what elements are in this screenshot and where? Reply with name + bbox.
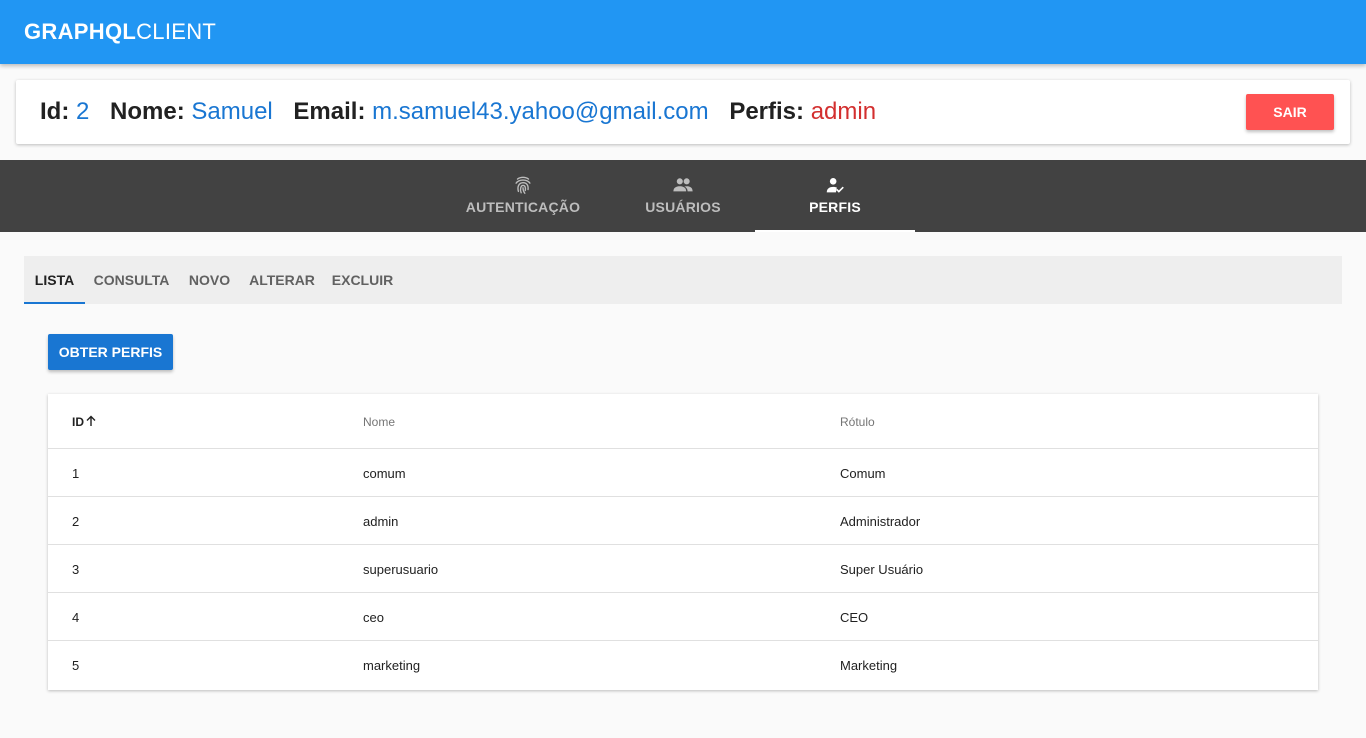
subtab-consulta[interactable]: CONSULTA [85,256,178,304]
nome-value: Samuel [191,98,273,125]
table-row[interactable]: 5 marketing Marketing [48,641,1318,689]
cell-rotulo: Administrador [840,514,921,529]
user-info-line: Id: 2 Nome: Samuel Email: m.samuel43.yah… [40,98,876,126]
sub-tabs: LISTA CONSULTA NOVO ALTERAR EXCLUIR [24,256,1342,304]
email-value: m.samuel43.yahoo@gmail.com [372,98,709,125]
user-check-icon [826,178,844,193]
cell-nome: superusuario [363,562,439,577]
subtab-lista-label: LISTA [34,272,75,288]
app-title-light: CLIENT [136,19,217,44]
cell-id: 4 [72,610,80,625]
cell-nome: marketing [363,658,421,673]
subtab-excluir[interactable]: EXCLUIR [323,256,402,304]
subtab-lista[interactable]: LISTA [24,256,85,304]
cell-rotulo: Marketing [840,658,898,673]
main-nav: AUTENTICAÇÃO USUÁRIOS PERFIS [0,160,1366,232]
subtab-excluir-label: EXCLUIR [331,272,394,288]
column-header-nome[interactable]: Nome [363,415,395,429]
cell-rotulo: Super Usuário [840,562,924,577]
perfis-value: admin [810,98,877,125]
id-value: 2 [76,98,90,125]
obter-perfis-button[interactable]: OBTER PERFIS [48,334,173,370]
fingerprint-icon [515,176,531,194]
tab-usuarios-label: USUÁRIOS [645,199,721,215]
user-info-card: Id: 2 Nome: Samuel Email: m.samuel43.yah… [16,80,1350,144]
active-subtab-indicator [24,302,85,304]
cell-rotulo: Comum [840,466,886,481]
cell-id: 5 [72,658,80,673]
column-header-id[interactable]: ID [72,415,97,429]
app-bar: GRAPHQLCLIENT [0,0,1366,64]
cell-rotulo: CEO [840,610,869,625]
table-row[interactable]: 4 ceo CEO [48,593,1318,641]
arrow-up-icon [86,415,96,426]
subtab-alterar[interactable]: ALTERAR [241,256,323,304]
logout-button[interactable]: SAIR [1246,94,1334,130]
tab-perfis-label: PERFIS [809,199,861,215]
subtab-novo-label: NOVO [188,272,231,288]
tab-autenticacao[interactable]: AUTENTICAÇÃO [443,160,603,232]
column-header-rotulo[interactable]: Rótulo [840,415,875,429]
cell-id: 1 [72,466,80,481]
cell-id: 3 [72,562,80,577]
active-tab-indicator [755,230,915,232]
table-row[interactable]: 2 admin Administrador [48,497,1318,545]
nome-label: Nome: [110,98,185,125]
table-row[interactable]: 1 comum Comum [48,449,1318,497]
app-title: GRAPHQLCLIENT [24,19,216,45]
id-label: Id: [40,98,70,125]
cell-nome: ceo [363,610,384,625]
tab-perfis[interactable]: PERFIS [755,160,915,232]
table-row[interactable]: 3 superusuario Super Usuário [48,545,1318,593]
subtab-novo[interactable]: NOVO [178,256,241,304]
cell-id: 2 [72,514,80,529]
subtab-alterar-label: ALTERAR [249,272,315,288]
tab-autenticacao-label: AUTENTICAÇÃO [465,199,581,215]
column-header-id-label: ID [72,415,84,429]
cell-nome: comum [363,466,406,481]
perfis-label: Perfis: [729,98,805,125]
table-header: ID Nome Rótulo [48,394,1318,449]
people-icon [673,178,693,192]
cell-nome: admin [363,514,399,529]
email-label: Email: [293,98,366,125]
perfis-table: ID Nome Rótulo 1 comum Comum 2 admin Adm… [48,394,1318,690]
app-title-bold: GRAPHQL [24,19,137,44]
subtab-consulta-label: CONSULTA [93,272,170,288]
tab-usuarios[interactable]: USUÁRIOS [603,160,763,232]
